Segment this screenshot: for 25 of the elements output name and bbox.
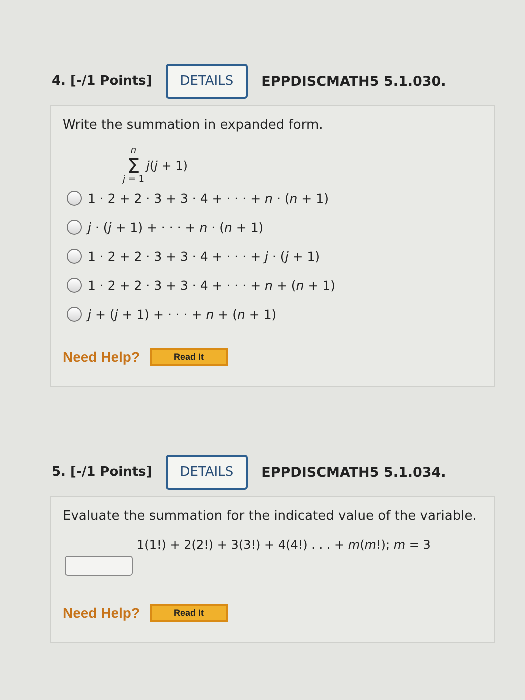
read-it-button[interactable]: Read It — [150, 604, 228, 622]
radio-button[interactable] — [67, 278, 82, 293]
answer-field[interactable] — [65, 556, 133, 576]
details-button[interactable]: DETAILS — [166, 64, 248, 99]
question-prompt: Evaluate the summation for the indicated value of the variable. — [63, 509, 478, 524]
radio-button[interactable] — [67, 307, 82, 322]
question-points: 5. [-/1 Points] — [52, 465, 152, 480]
answer-option: j · (j + 1) + · · · + n · (n + 1) — [88, 220, 264, 235]
need-help-label: Need Help? — [63, 605, 140, 621]
summation-formula: n Σ j = 1 j(j + 1) — [123, 147, 189, 185]
answer-option: 1 · 2 + 2 · 3 + 3 · 4 + · · · + n · (n + 1) — [88, 191, 329, 206]
question-points: 4. [-/1 Points] — [52, 74, 152, 89]
question-prompt: Write the summation in expanded form. — [63, 118, 324, 133]
radio-button[interactable] — [67, 220, 82, 235]
need-help-label: Need Help? — [63, 349, 140, 365]
answer-option: j + (j + 1) + · · · + n + (n + 1) — [88, 307, 277, 322]
answer-option: 1 · 2 + 2 · 3 + 3 · 4 + · · · + j · (j + 1) — [88, 249, 320, 264]
summation-formula: 1(1!) + 2(2!) + 3(3!) + 4(4!) . . . + m(m!); m = 3 — [137, 538, 432, 552]
radio-button[interactable] — [67, 191, 82, 206]
question-code: EPPDISCMATH5 5.1.034. — [262, 464, 446, 480]
answer-option: 1 · 2 + 2 · 3 + 3 · 4 + · · · + n + (n + 1) — [88, 278, 336, 293]
radio-button[interactable] — [67, 249, 82, 264]
details-button[interactable]: DETAILS — [166, 455, 248, 490]
read-it-button[interactable]: Read It — [150, 348, 228, 366]
question-code: EPPDISCMATH5 5.1.030. — [262, 74, 446, 90]
